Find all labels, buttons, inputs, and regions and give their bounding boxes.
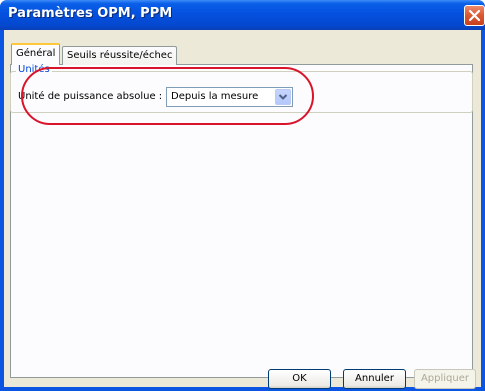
power-unit-select-value: Depuis la mesure [171, 91, 259, 102]
close-button[interactable] [464, 5, 485, 26]
tab-general[interactable]: Général [11, 43, 61, 65]
title-bar[interactable]: Paramètres OPM, PPM [0, 0, 485, 30]
apply-button[interactable]: Appliquer [414, 369, 476, 389]
window-title: Paramètres OPM, PPM [8, 6, 173, 21]
dialog-window: Paramètres OPM, PPM Général Seuils réuss… [0, 0, 485, 391]
power-unit-select[interactable]: Depuis la mesure [166, 87, 293, 107]
power-unit-label: Unité de puissance absolue : [18, 91, 163, 102]
ok-button[interactable]: OK [268, 369, 331, 389]
tab-thresholds[interactable]: Seuils réussite/échec [62, 46, 178, 65]
cancel-button[interactable]: Annuler [343, 369, 406, 389]
units-group-legend: Unités [16, 64, 52, 75]
close-icon [468, 9, 481, 22]
dialog-client: Général Seuils réussite/échec Unités Uni… [4, 30, 481, 389]
chevron-down-icon [278, 94, 288, 100]
tab-thresholds-label: Seuils réussite/échec [67, 50, 173, 61]
tab-general-label: Général [16, 48, 56, 59]
dropdown-button[interactable] [275, 89, 291, 105]
